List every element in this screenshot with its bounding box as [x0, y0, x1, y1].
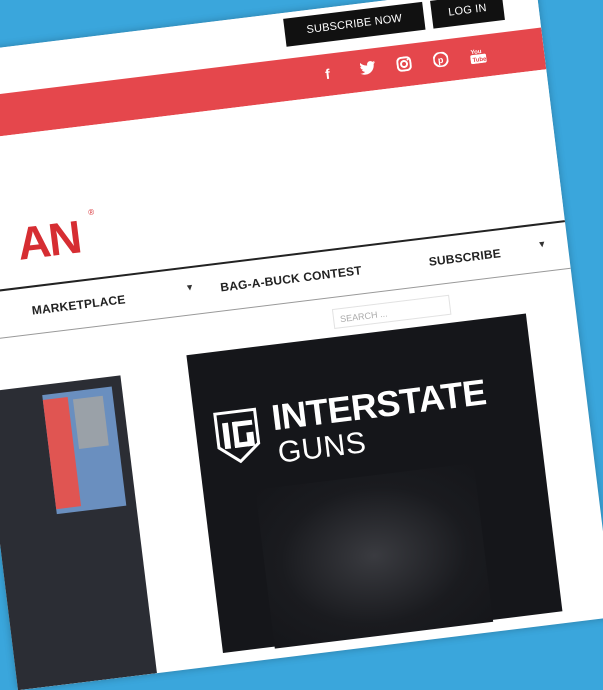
site-logo[interactable]: AN	[14, 210, 83, 271]
svg-text:Tube: Tube	[472, 56, 487, 64]
twitter-icon[interactable]	[359, 60, 377, 79]
logo-registered-mark: ®	[87, 207, 95, 218]
ad-background-glow	[255, 462, 494, 649]
left-image-detail	[72, 395, 109, 449]
chevron-down-icon[interactable]: ▼	[537, 239, 547, 250]
browser-page: SUBSCRIBE NOW LOG IN f p You Tube AN ® MA…	[0, 0, 603, 690]
chevron-down-icon[interactable]: ▼	[185, 282, 195, 293]
youtube-icon[interactable]: You Tube	[469, 47, 488, 68]
svg-text:p: p	[437, 55, 444, 66]
instagram-icon[interactable]	[396, 56, 413, 76]
pinterest-icon[interactable]: p	[432, 51, 449, 71]
interstate-guns-logo-icon	[211, 407, 265, 466]
